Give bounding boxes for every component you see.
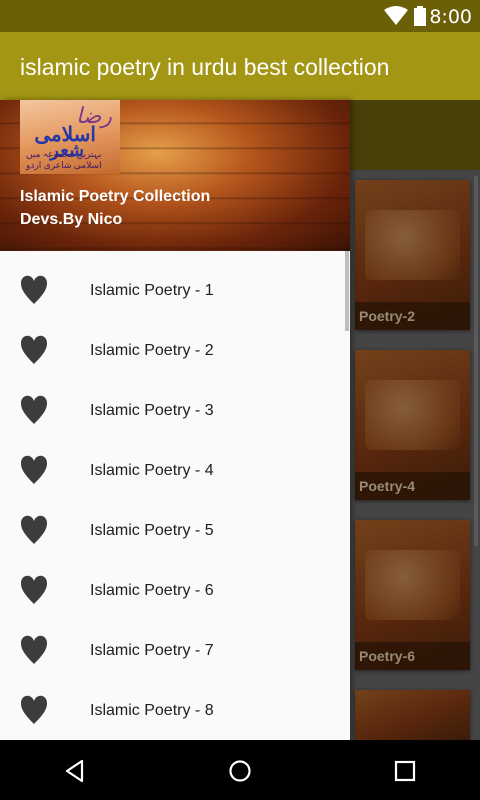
drawer-item-poetry-6[interactable]: Islamic Poetry - 6 <box>0 561 350 621</box>
drawer-item-poetry-4[interactable]: Islamic Poetry - 4 <box>0 441 350 501</box>
drawer-item-label: Islamic Poetry - 2 <box>90 342 214 359</box>
heart-icon <box>21 515 47 544</box>
heart-icon <box>21 695 47 724</box>
drawer-item-label: Islamic Poetry - 7 <box>90 642 214 659</box>
drawer-item-poetry-2[interactable]: Islamic Poetry - 2 <box>0 321 350 381</box>
heart-icon <box>21 455 47 484</box>
battery-icon <box>414 6 426 26</box>
heart-icon <box>21 275 47 304</box>
drawer-app-name: Islamic Poetry Collection <box>20 188 211 205</box>
heart-icon <box>21 395 47 424</box>
wifi-icon <box>384 6 408 25</box>
drawer-item-poetry-1[interactable]: Islamic Poetry - 1 <box>0 261 350 321</box>
drawer-item-label: Islamic Poetry - 8 <box>90 702 214 719</box>
heart-icon <box>21 575 47 604</box>
app-logo: رضا اسلامی شعر بہترین مجموعہ میں اسلامی … <box>20 100 120 174</box>
system-nav-bar <box>0 740 480 800</box>
drawer-item-label: Islamic Poetry - 5 <box>90 522 214 539</box>
drawer-item-label: Islamic Poetry - 6 <box>90 582 214 599</box>
drawer-item-label: Islamic Poetry - 1 <box>90 282 214 299</box>
recents-icon[interactable] <box>392 758 418 784</box>
drawer-menu: Islamic Poetry - 1 Islamic Poetry - 2 Is… <box>0 261 350 741</box>
drawer-item-poetry-5[interactable]: Islamic Poetry - 5 <box>0 501 350 561</box>
drawer-item-poetry-8[interactable]: Islamic Poetry - 8 <box>0 681 350 741</box>
navigation-drawer: رضا اسلامی شعر بہترین مجموعہ میں اسلامی … <box>0 100 350 740</box>
drawer-header: رضا اسلامی شعر بہترین مجموعہ میں اسلامی … <box>0 100 350 251</box>
back-icon[interactable] <box>62 758 88 784</box>
drawer-item-poetry-3[interactable]: Islamic Poetry - 3 <box>0 381 350 441</box>
heart-icon <box>21 635 47 664</box>
drawer-item-poetry-7[interactable]: Islamic Poetry - 7 <box>0 621 350 681</box>
app-title: islamic poetry in urdu best collection <box>20 54 390 80</box>
drawer-item-label: Islamic Poetry - 3 <box>90 402 214 419</box>
status-bar: 8:00 <box>0 0 480 32</box>
home-icon[interactable] <box>227 758 253 784</box>
drawer-item-label: Islamic Poetry - 4 <box>90 462 214 479</box>
heart-icon <box>21 335 47 364</box>
app-bar-top: islamic poetry in urdu best collection <box>0 32 480 100</box>
drawer-developer: Devs.By Nico <box>20 211 123 228</box>
clock: 8:00 <box>429 6 472 28</box>
